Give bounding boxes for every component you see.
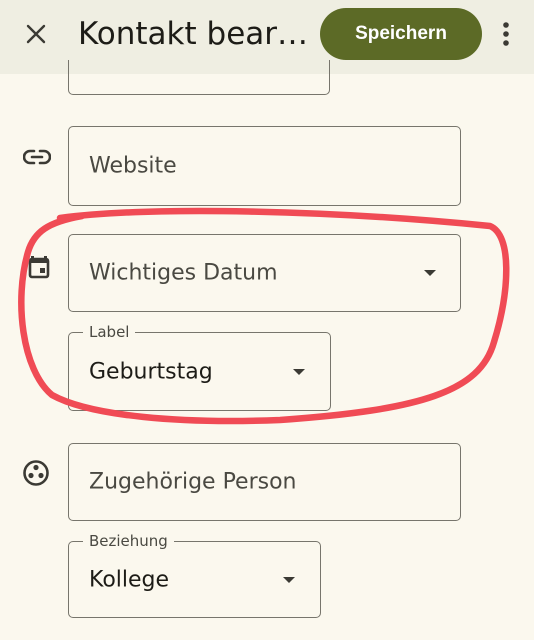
event-icon <box>23 250 55 282</box>
date-label-caption: Label <box>83 323 136 341</box>
more-vert-icon <box>503 22 509 46</box>
related-person-field[interactable]: Zugehörige Person <box>68 443 461 521</box>
date-label-dropdown[interactable]: Label Geburtstag <box>68 323 331 411</box>
date-label-value: Geburtstag <box>89 359 213 384</box>
page-title: Kontakt bearb… <box>78 16 318 52</box>
relationship-dropdown[interactable]: Beziehung Kollege <box>68 532 321 618</box>
close-button[interactable] <box>16 14 56 54</box>
website-field[interactable]: Website <box>68 126 461 206</box>
close-icon <box>26 24 46 44</box>
more-options-button[interactable] <box>490 14 522 54</box>
relationship-caption: Beziehung <box>83 532 174 550</box>
important-date-field[interactable]: Wichtiges Datum <box>68 234 461 312</box>
previous-field[interactable] <box>68 60 330 95</box>
link-icon <box>21 141 53 173</box>
chevron-down-icon <box>293 368 305 375</box>
relationship-value: Kollege <box>89 567 170 592</box>
website-placeholder: Website <box>89 153 177 179</box>
chevron-down-icon <box>283 576 295 583</box>
save-button[interactable]: Speichern <box>320 8 482 60</box>
person-circle-icon <box>20 457 52 489</box>
chevron-down-icon <box>424 270 436 276</box>
related-person-placeholder: Zugehörige Person <box>89 469 297 495</box>
important-date-placeholder: Wichtiges Datum <box>89 260 278 286</box>
